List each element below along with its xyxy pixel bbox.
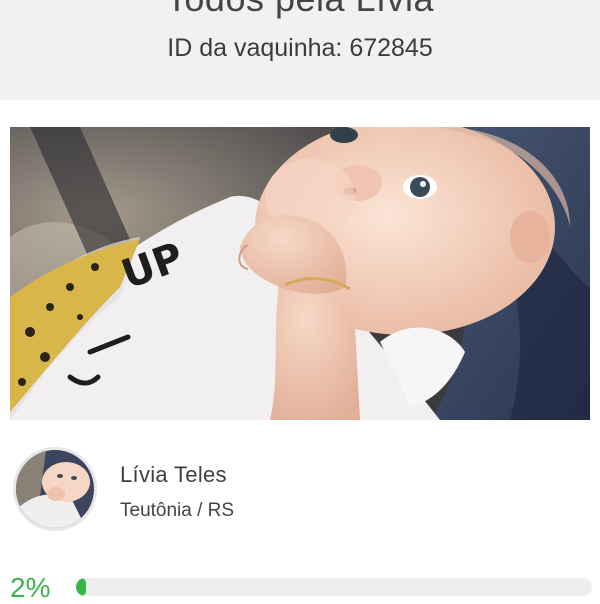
organizer-location: Teutônia / RS xyxy=(120,500,235,521)
fundraising-progress: 2% xyxy=(0,568,600,603)
campaign-header: Todos pela Lívia ID da vaquinha: 672845 xyxy=(0,0,600,100)
campaign-id: ID da vaquinha: 672845 xyxy=(167,34,433,62)
progress-bar-fill xyxy=(76,578,87,596)
organizer-name[interactable]: Lívia Teles xyxy=(120,462,227,488)
progress-bar xyxy=(76,578,592,596)
progress-percent: 2% xyxy=(10,572,51,603)
campaign-photo[interactable]: UP xyxy=(10,127,590,420)
avatar[interactable] xyxy=(13,447,97,531)
campaign-title: Todos pela Lívia xyxy=(0,0,600,20)
section-divider xyxy=(0,100,600,127)
organizer-card[interactable]: Lívia Teles Teutônia / RS xyxy=(0,440,600,560)
